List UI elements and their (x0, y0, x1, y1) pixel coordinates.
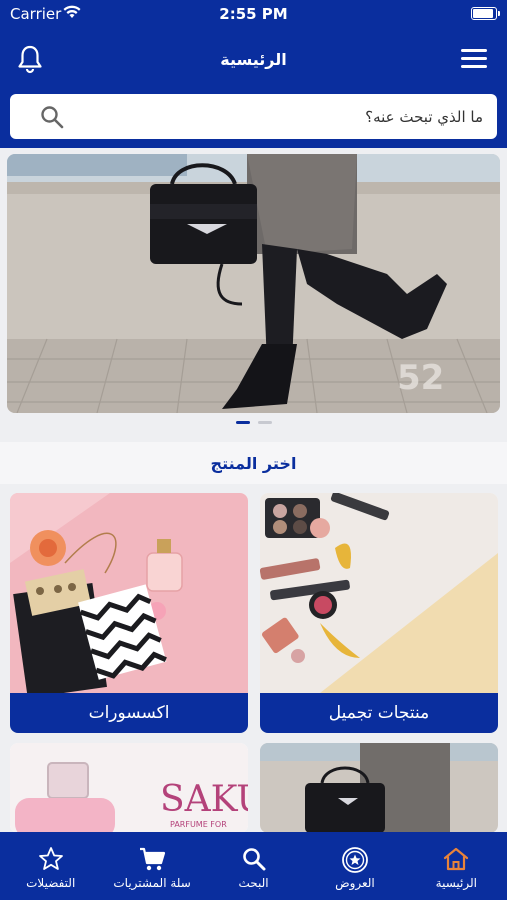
tab-label: سلة المشتريات (113, 876, 191, 890)
accessories-image (10, 493, 248, 693)
search-box[interactable] (10, 94, 497, 139)
top-nav-bar: الرئيسية (0, 30, 507, 88)
category-card-accessories[interactable]: اكسسورات (10, 493, 248, 733)
status-bar: Carrier 2:55 PM (0, 0, 507, 30)
perfume-brand-text: SAKU (160, 779, 248, 820)
category-label: منتجات تجميل (260, 693, 498, 733)
hamburger-menu-icon[interactable] (461, 49, 487, 71)
section-title: اختر المنتج (210, 454, 297, 473)
tab-search[interactable]: البحث (203, 832, 304, 900)
offers-badge-icon (342, 847, 368, 873)
page-title: الرئيسية (220, 50, 287, 69)
star-icon (38, 847, 63, 870)
section-header: اختر المنتج (0, 442, 507, 484)
status-time: 2:55 PM (219, 5, 288, 23)
search-bar-container (0, 88, 507, 148)
search-icon[interactable] (40, 105, 64, 129)
tab-label: البحث (238, 876, 269, 890)
battery-icon (471, 7, 500, 20)
cosmetics-image (260, 493, 498, 693)
category-card-cosmetics[interactable]: منتجات تجميل (260, 493, 498, 733)
promo-banner[interactable]: 52 (7, 154, 500, 413)
banner-image: 52 (7, 154, 500, 413)
tab-favorites[interactable]: التفضيلات (0, 832, 101, 900)
home-icon (444, 847, 469, 871)
tab-label: الرئيسية (435, 876, 477, 890)
tab-home[interactable]: الرئيسية (406, 832, 507, 900)
tab-label: التفضيلات (26, 876, 76, 890)
bag-image (260, 743, 498, 833)
tab-cart[interactable]: سلة المشتريات (101, 832, 202, 900)
banner-dot-1[interactable] (235, 421, 250, 424)
tab-offers[interactable]: العروض (304, 832, 405, 900)
search-icon (242, 848, 266, 871)
category-card-bags[interactable] (260, 743, 498, 833)
bottom-tab-bar: التفضيلات سلة المشتريات البحث العروض الر… (0, 832, 507, 900)
perfume-image: SAKU PARFUME FOR (10, 743, 248, 833)
category-label: اكسسورات (10, 693, 248, 733)
search-input[interactable] (80, 94, 483, 139)
banner-pagination[interactable] (0, 421, 507, 427)
svg-text:52: 52 (397, 358, 444, 398)
tab-label: العروض (335, 876, 375, 890)
banner-dot-2[interactable] (257, 421, 272, 424)
category-card-perfume[interactable]: SAKU PARFUME FOR (10, 743, 248, 833)
perfume-tagline-text: PARFUME FOR (170, 820, 227, 829)
cart-icon (140, 847, 166, 871)
